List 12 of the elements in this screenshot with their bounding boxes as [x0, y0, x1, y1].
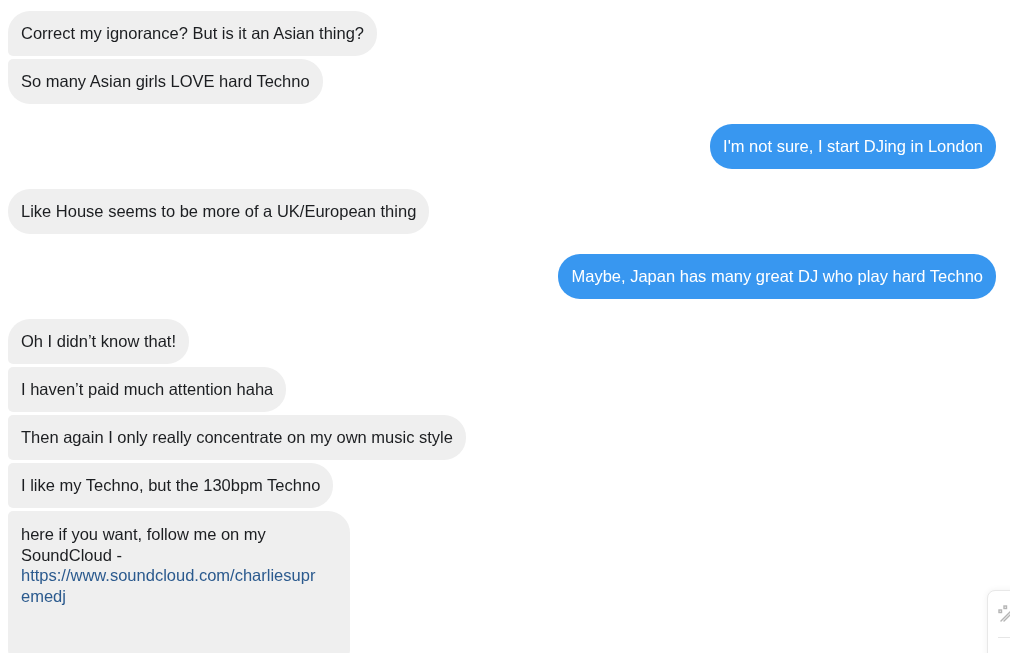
message-text: here if you want, follow me on my SoundCloud -	[21, 524, 267, 565]
received-message-bubble: Then again I only really concentrate on my own music style	[8, 415, 466, 460]
received-message-bubble: Oh I didn’t know that!	[8, 319, 189, 364]
received-message-bubble: I like my Techno, but the 130bpm Techno	[8, 463, 334, 508]
received-message-bubble: I haven’t paid much attention haha	[8, 367, 287, 412]
received-message-bubble: Like House seems to be more of a UK/European thing	[8, 189, 430, 234]
received-message-bubble: Correct my ignorance? But is it an Asian thing?	[8, 11, 377, 56]
sent-message-bubble: I'm not sure, I start DJing in London	[710, 124, 996, 169]
wand-icon[interactable]	[998, 605, 1010, 623]
soundcloud-link[interactable]: https://www.soundcloud.com/charliesupremedj	[21, 565, 321, 606]
sent-message-bubble: Maybe, Japan has many great DJ who play hard Techno	[558, 254, 996, 299]
received-message-bubble: So many Asian girls LOVE hard Techno	[8, 59, 323, 104]
